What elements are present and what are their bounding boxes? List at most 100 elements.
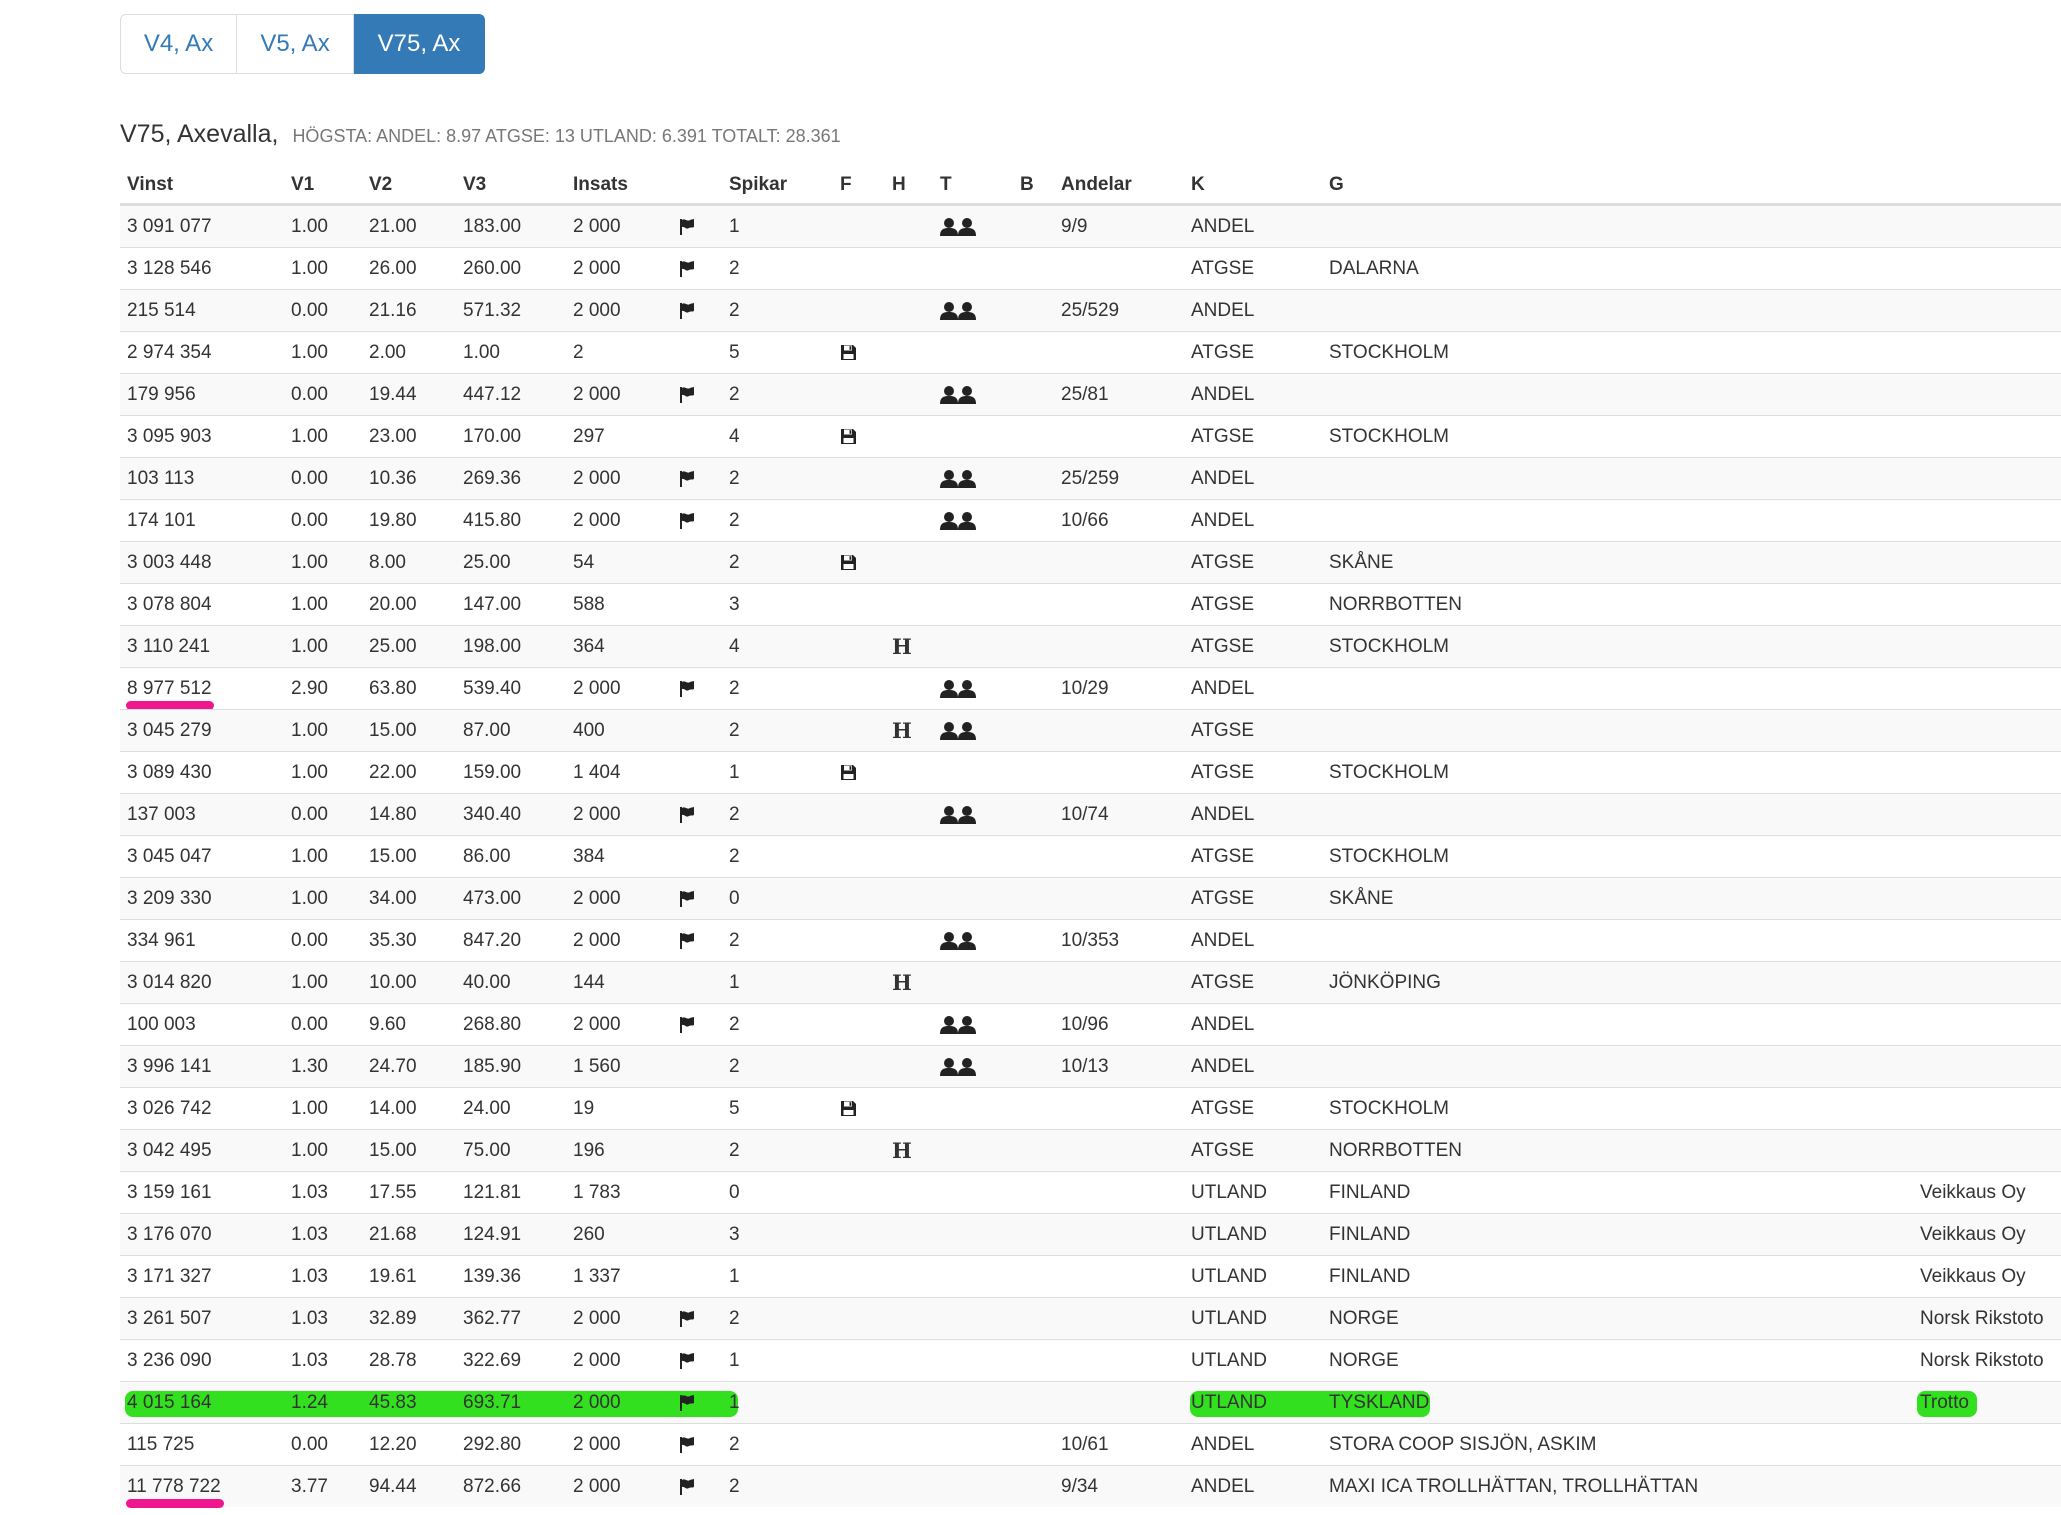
cell-g: MAXI ICA TROLLHÄTTAN, TROLLHÄTTAN xyxy=(1329,1476,1699,1497)
table-header: Vinst V1 V2 V3 Insats Spikar F H T B And… xyxy=(120,165,2061,205)
cell-g: SKÅNE xyxy=(1329,552,1394,573)
h-letter-icon: H xyxy=(892,970,912,995)
table-row: 4 015 164 1.24 45.83 693.71 2 000 1 UTLAND TYSK… xyxy=(120,1381,2061,1423)
flag-icon xyxy=(679,920,695,962)
users-icon xyxy=(940,794,976,836)
flag-icon xyxy=(679,878,695,920)
tab-v5-ax[interactable]: V5, Ax xyxy=(237,14,354,74)
page-heading: V75, Axevalla, HÖGSTA: ANDEL: 8.97 ATGSE… xyxy=(120,120,841,160)
cell-v1: 1.00 xyxy=(291,216,328,237)
cell-insats: 2 000 xyxy=(573,1392,621,1413)
cell-v3: 571.32 xyxy=(463,300,522,321)
cell-operator: Veikkaus Oy xyxy=(1920,1224,2026,1245)
cell-v3: 25.00 xyxy=(463,552,511,573)
cell-vinst: 3 128 546 xyxy=(127,258,212,279)
cell-v3: 539.40 xyxy=(463,678,522,699)
cell-insats: 2 000 xyxy=(573,930,621,951)
cell-g: SKÅNE xyxy=(1329,888,1394,909)
cell-operator: Trotto xyxy=(1920,1392,1969,1413)
cell-insats: 2 000 xyxy=(573,384,621,405)
green-highlight-left xyxy=(125,1391,738,1417)
table-row: 3 171 327 1.03 19.61 139.36 1 337 1 UTLAND FINL… xyxy=(120,1255,2061,1297)
cell-k: ANDEL xyxy=(1191,1014,1255,1035)
cell-g: STOCKHOLM xyxy=(1329,846,1450,867)
cell-v3: 170.00 xyxy=(463,426,522,447)
cell-v1: 1.03 xyxy=(291,1266,328,1287)
cell-vinst: 3 261 507 xyxy=(127,1308,212,1329)
cell-v1: 1.00 xyxy=(291,258,328,279)
cell-v2: 14.00 xyxy=(369,1098,417,1119)
table-row: 3 128 546 1.00 26.00 260.00 2 000 2 ATGSE DALAR… xyxy=(120,247,2061,289)
cell-g: NORGE xyxy=(1329,1308,1399,1329)
cell-v1: 1.03 xyxy=(291,1308,328,1329)
cell-andelar: 25/259 xyxy=(1061,468,1120,489)
tab-v75-ax[interactable]: V75, Ax xyxy=(354,14,485,74)
cell-v2: 94.44 xyxy=(369,1476,417,1497)
cell-v2: 28.78 xyxy=(369,1350,417,1371)
cell-v2: 21.68 xyxy=(369,1224,417,1245)
cell-v1: 1.30 xyxy=(291,1056,328,1077)
cell-v3: 362.77 xyxy=(463,1308,522,1329)
flag-icon xyxy=(679,1424,695,1466)
cell-spikar: 2 xyxy=(729,846,740,867)
cell-v3: 872.66 xyxy=(463,1476,522,1497)
flag-icon xyxy=(679,500,695,542)
cell-spikar: 2 xyxy=(729,1056,740,1077)
cell-k: ANDEL xyxy=(1191,1056,1255,1077)
cell-spikar: 4 xyxy=(729,426,740,447)
cell-v1: 0.00 xyxy=(291,804,328,825)
cell-v1: 1.00 xyxy=(291,552,328,573)
cell-v2: 63.80 xyxy=(369,678,417,699)
cell-v2: 23.00 xyxy=(369,426,417,447)
cell-andelar: 10/29 xyxy=(1061,678,1109,699)
col-header-t: T xyxy=(940,174,952,195)
cell-spikar: 2 xyxy=(729,258,740,279)
cell-v2: 45.83 xyxy=(369,1392,417,1413)
cell-vinst: 8 977 512 xyxy=(127,678,212,699)
table-row: 115 725 0.00 12.20 292.80 2 000 2 10/61 ANDEL ST… xyxy=(120,1423,2061,1465)
cell-spikar: 5 xyxy=(729,1098,740,1119)
col-header-insats: Insats xyxy=(573,174,628,195)
table-row: 137 003 0.00 14.80 340.40 2 000 2 10/74 ANDEL xyxy=(120,793,2061,835)
save-icon xyxy=(840,1088,857,1130)
cell-spikar: 2 xyxy=(729,804,740,825)
col-header-v1: V1 xyxy=(291,174,315,195)
save-icon xyxy=(840,332,857,374)
cell-vinst: 3 026 742 xyxy=(127,1098,212,1119)
cell-v2: 15.00 xyxy=(369,1140,417,1161)
cell-v3: 24.00 xyxy=(463,1098,511,1119)
cell-k: ATGSE xyxy=(1191,762,1254,783)
cell-k: ANDEL xyxy=(1191,804,1255,825)
cell-v2: 24.70 xyxy=(369,1056,417,1077)
cell-g: STOCKHOLM xyxy=(1329,636,1450,657)
table-row: 3 236 090 1.03 28.78 322.69 2 000 1 UTLAND NORG… xyxy=(120,1339,2061,1381)
cell-v2: 21.00 xyxy=(369,216,417,237)
cell-insats: 400 xyxy=(573,720,605,741)
cell-k: ATGSE xyxy=(1191,720,1254,741)
cell-k: ATGSE xyxy=(1191,972,1254,993)
cell-spikar: 1 xyxy=(729,1350,740,1371)
cell-v3: 86.00 xyxy=(463,846,511,867)
cell-vinst: 103 113 xyxy=(127,468,195,489)
table-row: 100 003 0.00 9.60 268.80 2 000 2 10/96 ANDEL xyxy=(120,1003,2061,1045)
cell-spikar: 2 xyxy=(729,468,740,489)
table-row: 174 101 0.00 19.80 415.80 2 000 2 10/66 ANDEL xyxy=(120,499,2061,541)
flag-icon xyxy=(679,206,695,248)
cell-v3: 124.91 xyxy=(463,1224,522,1245)
cell-insats: 1 560 xyxy=(573,1056,621,1077)
cell-v2: 25.00 xyxy=(369,636,417,657)
cell-v1: 1.00 xyxy=(291,972,328,993)
cell-v1: 1.00 xyxy=(291,888,328,909)
cell-g: STOCKHOLM xyxy=(1329,342,1450,363)
cell-v3: 75.00 xyxy=(463,1140,511,1161)
cell-v1: 0.00 xyxy=(291,510,328,531)
users-icon xyxy=(940,290,976,332)
cell-k: ATGSE xyxy=(1191,258,1254,279)
cell-v2: 15.00 xyxy=(369,720,417,741)
cell-v2: 2.00 xyxy=(369,342,406,363)
table-row: 8 977 512 2.90 63.80 539.40 2 000 2 10/29 ANDEL xyxy=(120,667,2061,710)
flag-icon xyxy=(679,290,695,332)
table-body: 3 091 077 1.00 21.00 183.00 2 000 1 9/9 ANDEL 3 … xyxy=(120,205,2061,1508)
tab-v4-ax[interactable]: V4, Ax xyxy=(120,14,237,74)
cell-insats: 54 xyxy=(573,552,595,573)
